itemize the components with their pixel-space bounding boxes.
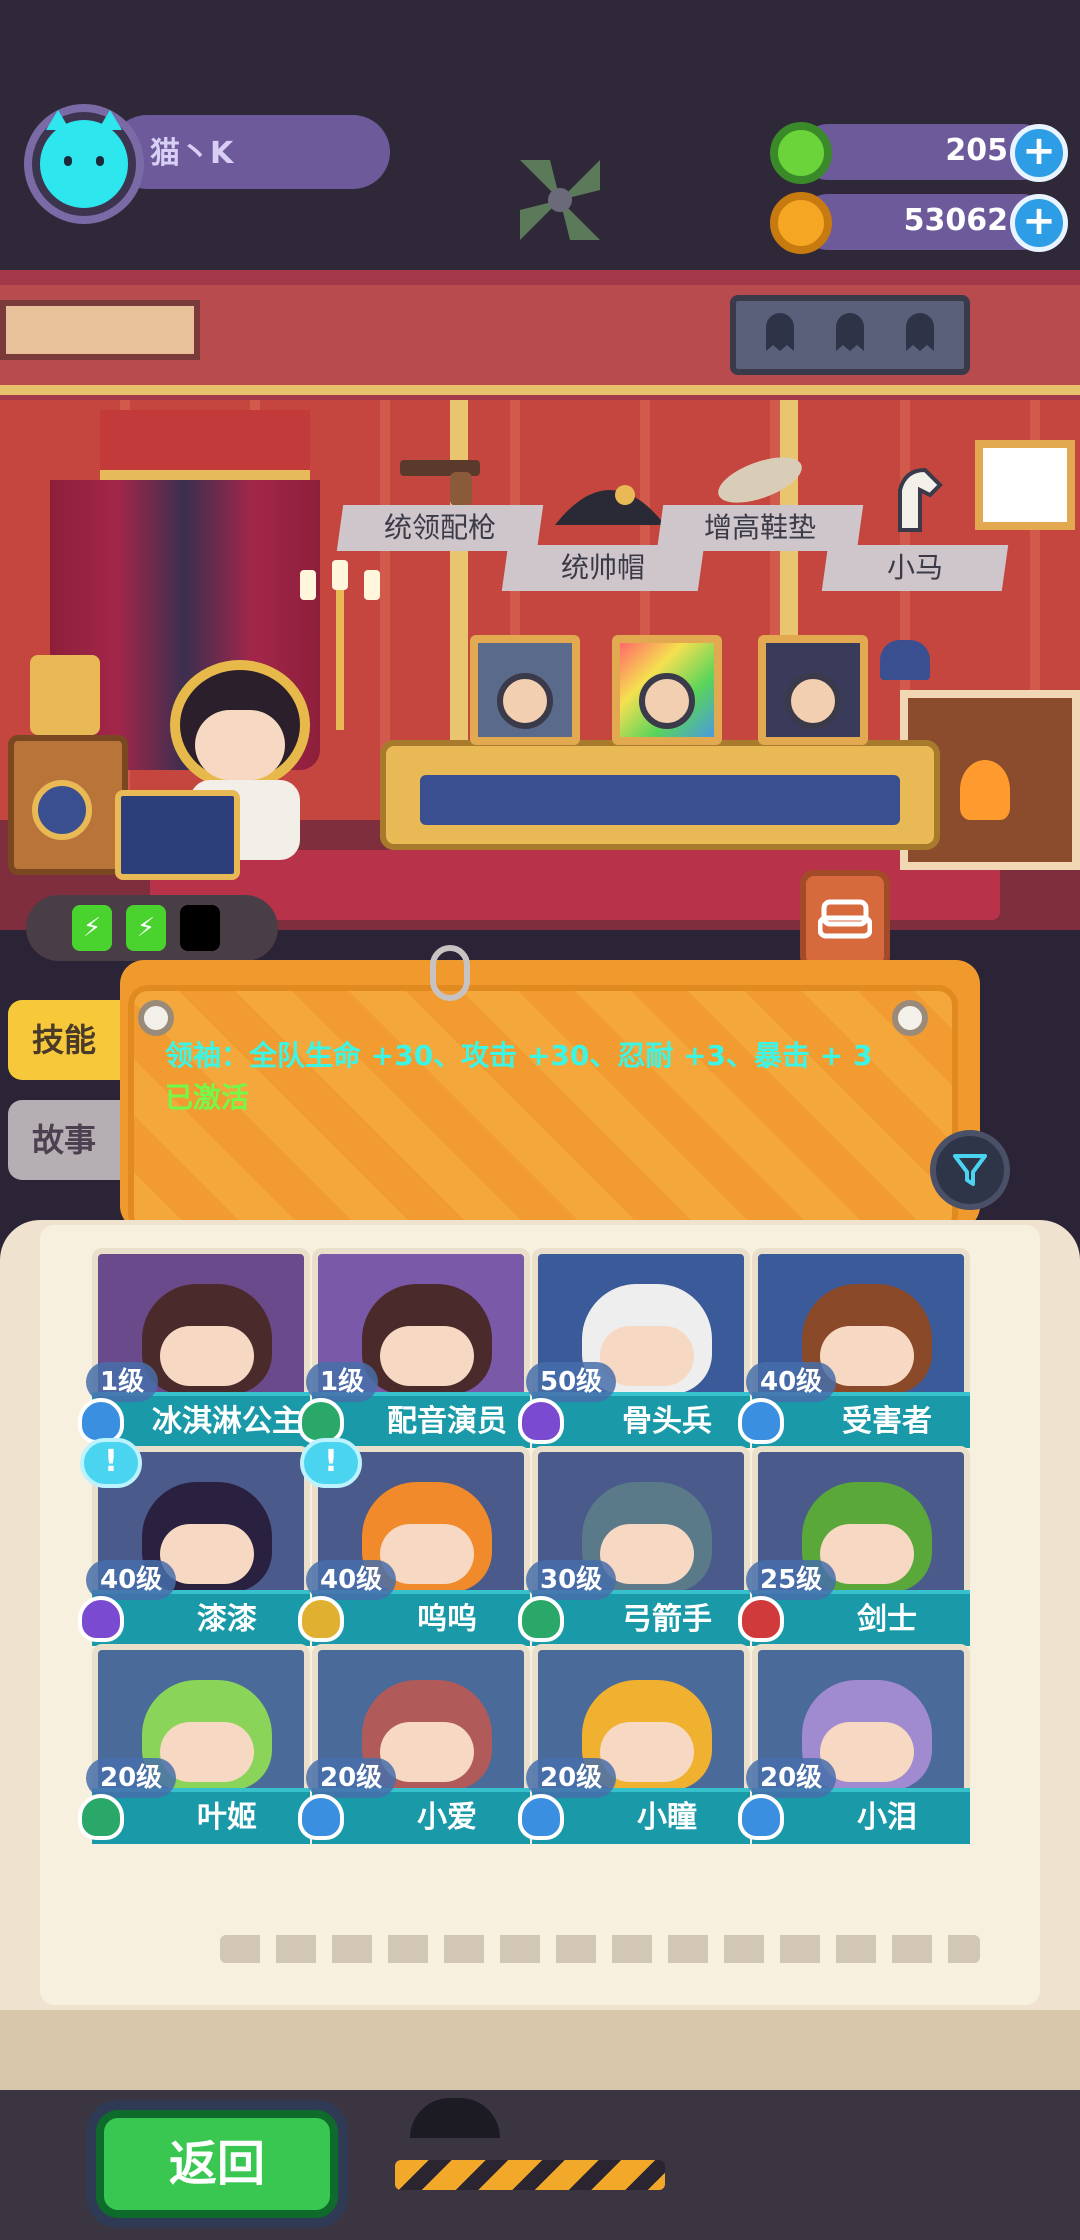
class-shield-icon bbox=[738, 1596, 784, 1642]
character-card[interactable]: 弓箭手 30级 bbox=[518, 1446, 750, 1646]
character-card[interactable]: 配音演员 1级 bbox=[298, 1248, 530, 1448]
treasure-chest bbox=[115, 790, 240, 880]
back-button[interactable]: 返回 bbox=[96, 2110, 338, 2218]
paper-clip-icon bbox=[430, 945, 470, 1001]
desk-drawers bbox=[420, 775, 900, 825]
fire-icon bbox=[960, 760, 1010, 820]
skill-status: 已激活 bbox=[165, 1081, 250, 1114]
character-card[interactable]: 受害者 40级 bbox=[738, 1248, 970, 1448]
character-level: 20级 bbox=[86, 1758, 177, 1798]
table-lamp bbox=[880, 640, 930, 680]
class-shield-icon bbox=[78, 1596, 124, 1642]
battery-full-icon: ⚡ bbox=[126, 905, 166, 951]
class-shield-icon bbox=[298, 1596, 344, 1642]
pony-icon bbox=[898, 467, 943, 532]
character-level: 1级 bbox=[86, 1362, 159, 1402]
planet-coin-icon bbox=[770, 192, 832, 254]
filter-icon bbox=[953, 1154, 987, 1186]
horse-portrait bbox=[975, 440, 1075, 530]
character-card[interactable]: 小爱 20级 bbox=[298, 1644, 530, 1844]
green-donut-icon bbox=[770, 122, 832, 184]
character-name: 配音演员 bbox=[387, 1404, 507, 1439]
book-spine bbox=[0, 2010, 1080, 2090]
class-shield-icon bbox=[518, 1794, 564, 1840]
character-name: 叶姬 bbox=[197, 1800, 257, 1835]
equip-slot-hat[interactable]: 统帅帽 bbox=[501, 545, 705, 591]
blurred-caption bbox=[220, 1935, 980, 1963]
sofa-icon bbox=[818, 899, 872, 939]
character-card[interactable]: 冰淇淋公主 1级 bbox=[78, 1248, 310, 1448]
skill-effect-text: 领袖：全队生命 +30、攻击 +30、忍耐 +3、暴击 + 3 bbox=[165, 1039, 873, 1072]
character-name: 呜呜 bbox=[417, 1602, 477, 1637]
alert-icon: ! bbox=[80, 1438, 142, 1488]
character-name: 小爱 bbox=[417, 1800, 477, 1835]
tab-skill[interactable]: 技能 bbox=[8, 1000, 120, 1080]
character-name: 漆漆 bbox=[197, 1602, 257, 1637]
character-name: 受害者 bbox=[842, 1404, 932, 1439]
character-name: 小瞳 bbox=[637, 1800, 697, 1835]
class-shield-icon bbox=[738, 1794, 784, 1840]
character-card[interactable]: 小瞳 20级 bbox=[518, 1644, 750, 1844]
portrait-frame bbox=[470, 635, 580, 745]
character-level: 40级 bbox=[86, 1560, 177, 1600]
add-coins-button[interactable]: + bbox=[1010, 194, 1068, 252]
coins-value: 53062 bbox=[903, 203, 1008, 238]
bicorne-hat-icon bbox=[555, 485, 665, 525]
character-card[interactable]: 呜呜 40级! bbox=[298, 1438, 530, 1646]
class-shield-icon bbox=[738, 1398, 784, 1444]
cabinet-emblem-icon bbox=[32, 780, 92, 840]
cat-avatar-icon bbox=[40, 110, 128, 208]
character-level: 25级 bbox=[746, 1560, 837, 1600]
alert-icon: ! bbox=[300, 1438, 362, 1488]
canopy bbox=[100, 410, 310, 480]
pin-icon bbox=[892, 1000, 928, 1036]
class-shield-icon bbox=[298, 1794, 344, 1840]
class-shield-icon bbox=[78, 1794, 124, 1840]
character-name: 弓箭手 bbox=[622, 1602, 712, 1637]
character-level: 1级 bbox=[306, 1362, 379, 1402]
add-gems-button[interactable]: + bbox=[1010, 124, 1068, 182]
portrait-frame bbox=[758, 635, 868, 745]
hazard-stripe bbox=[395, 2160, 665, 2190]
player-name: 猫丶K bbox=[150, 136, 234, 171]
wall-vent bbox=[0, 300, 200, 360]
battery-empty-icon bbox=[180, 905, 220, 951]
pin-icon bbox=[138, 1000, 174, 1036]
character-level: 50级 bbox=[526, 1362, 617, 1402]
class-shield-icon bbox=[518, 1596, 564, 1642]
portrait-frame bbox=[612, 635, 722, 745]
sofa-furniture-button[interactable] bbox=[800, 870, 890, 970]
battery-full-icon: ⚡ bbox=[72, 905, 112, 951]
character-card[interactable]: 漆漆 40级! bbox=[78, 1438, 310, 1646]
character-level: 20级 bbox=[746, 1758, 837, 1798]
character-name: 小泪 bbox=[857, 1800, 917, 1835]
small-portrait bbox=[30, 655, 100, 735]
ghost-panel bbox=[730, 295, 970, 375]
gems-value: 205 bbox=[945, 133, 1008, 168]
pistol-icon bbox=[400, 460, 480, 506]
character-level: 20级 bbox=[306, 1758, 397, 1798]
character-name: 骨头兵 bbox=[622, 1404, 712, 1439]
character-card[interactable]: 剑士 25级 bbox=[738, 1446, 970, 1646]
ceiling-fan-icon bbox=[520, 160, 600, 240]
player-avatar[interactable] bbox=[24, 104, 144, 224]
tab-story[interactable]: 故事 bbox=[8, 1100, 120, 1180]
filter-button[interactable] bbox=[930, 1130, 1010, 1210]
character-name: 剑士 bbox=[857, 1602, 917, 1637]
character-card[interactable]: 小泪 20级 bbox=[738, 1644, 970, 1844]
character-level: 20级 bbox=[526, 1758, 617, 1798]
character-level: 40级 bbox=[746, 1362, 837, 1402]
class-shield-icon bbox=[518, 1398, 564, 1444]
equip-slot-pony[interactable]: 小马 bbox=[821, 545, 1009, 591]
character-level: 40级 bbox=[306, 1560, 397, 1600]
character-card[interactable]: 骨头兵 50级 bbox=[518, 1248, 750, 1448]
skill-description: 领袖：全队生命 +30、攻击 +30、忍耐 +3、暴击 + 3 已激活 bbox=[165, 1035, 905, 1119]
character-level: 30级 bbox=[526, 1560, 617, 1600]
character-card[interactable]: 叶姬 20级 bbox=[78, 1644, 310, 1844]
character-name: 冰淇淋公主 bbox=[152, 1404, 302, 1439]
